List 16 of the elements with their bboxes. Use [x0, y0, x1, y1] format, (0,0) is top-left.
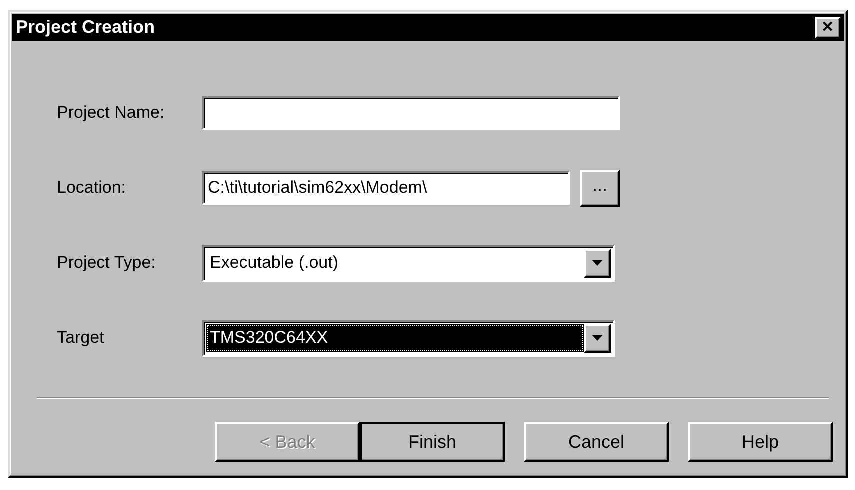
field-label: Project Name: [57, 103, 166, 123]
browse-button[interactable]: ... [580, 170, 620, 206]
cancel-button[interactable]: Cancel [524, 422, 669, 462]
field-label: Project Type: [57, 253, 157, 273]
dropdown-arrow-icon [592, 260, 603, 266]
project-name-field[interactable] [202, 96, 620, 130]
field-label: Location: [57, 178, 127, 198]
window-title: Project Creation [16, 17, 156, 38]
location-field[interactable]: C:\ti\tutorial\sim62xx\Modem\ [202, 171, 570, 205]
dropdown[interactable]: TMS320C64XX [202, 320, 615, 356]
dropdown[interactable]: Executable (.out) [202, 244, 615, 282]
dropdown-arrow-icon [592, 335, 603, 341]
help-button[interactable]: Help [688, 422, 833, 462]
field-label: Target [57, 328, 106, 348]
finish-button[interactable]: Finish [360, 422, 505, 462]
close-button[interactable]: ✕ [815, 16, 841, 38]
